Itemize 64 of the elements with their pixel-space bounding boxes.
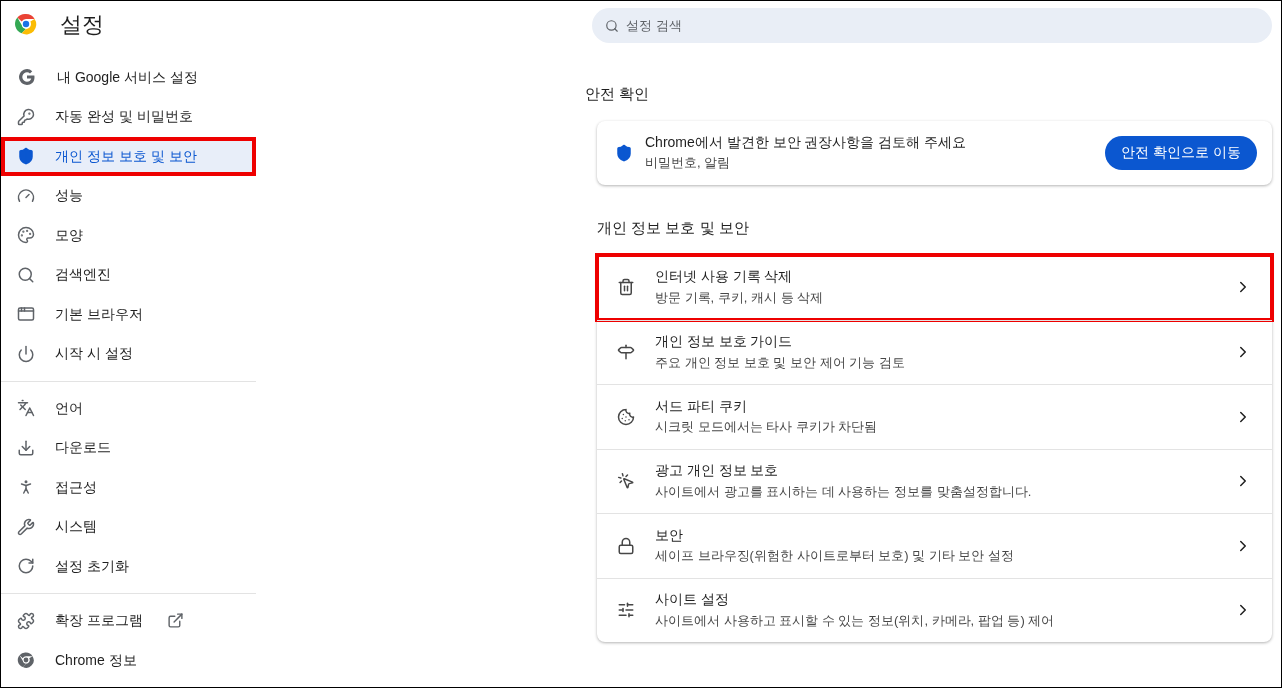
shield-icon [17, 147, 35, 166]
puzzle-icon [17, 611, 35, 630]
signpost-icon [617, 343, 635, 362]
sliders-icon [617, 601, 635, 620]
external-link-icon[interactable] [166, 612, 184, 630]
chrome-logo-icon [14, 12, 38, 37]
section-heading: 개인 정보 보호 및 보안 [597, 217, 750, 238]
row-title: 서드 파티 쿠키 [655, 397, 748, 416]
download-icon [17, 438, 35, 457]
window-icon [17, 305, 35, 324]
row-title: 인터넷 사용 기록 삭제 [655, 268, 794, 287]
settings-row[interactable]: 보안 세이프 브라우징(위험한 사이트로부터 보호) 및 기타 보안 설정 [597, 513, 1272, 578]
row-title: 사이트 설정 [655, 591, 730, 610]
sidebar-item[interactable]: 검색엔진 [1, 255, 256, 295]
chrome-logo-icon [17, 651, 35, 670]
trash-icon [617, 278, 635, 297]
row-subtitle: 주요 개인 정보 보호 및 보안 제어 기능 검토 [655, 353, 906, 372]
sidebar-item[interactable]: 다운로드 [1, 428, 256, 468]
sidebar-item[interactable]: 시작 시 설정 [1, 334, 256, 374]
row-title: 개인 정보 보호 가이드 [655, 333, 794, 352]
reset-icon [17, 557, 35, 576]
sidebar-item[interactable]: 개인 정보 보호 및 보안 [1, 136, 256, 176]
row-subtitle: 세이프 브라우징(위험한 사이트로부터 보호) 및 기타 보안 설정 [655, 547, 1015, 566]
sidebar-item[interactable]: 모양 [1, 215, 256, 255]
row-subtitle: 방문 기록, 쿠키, 캐시 등 삭제 [655, 288, 825, 307]
lock-icon [617, 536, 635, 555]
sidebar-item[interactable]: Chrome 정보 [1, 640, 256, 680]
sidebar-item[interactable]: 자동 완성 및 비밀번호 [1, 97, 256, 137]
settings-row[interactable]: 개인 정보 보호 가이드 주요 개인 정보 보호 및 보안 제어 기능 검토 [597, 319, 1272, 384]
sidebar-item[interactable]: 확장 프로그램 [1, 601, 256, 641]
settings-row[interactable]: 사이트 설정 사이트에서 사용하고 표시할 수 있는 정보(위치, 카메라, 팝업 등) 제어 [597, 577, 1272, 642]
settings-row[interactable]: 인터넷 사용 기록 삭제 방문 기록, 쿠키, 캐시 등 삭제 [597, 255, 1272, 320]
search-field[interactable]: 설정 검색 [592, 8, 1272, 43]
wrench-icon [17, 517, 35, 536]
row-subtitle: 사이트에서 광고를 표시하는 데 사용하는 정보를 맞춤설정합니다. [655, 482, 1033, 501]
section-heading: 안전 확인 [585, 84, 651, 104]
row-title: 광고 개인 정보 보호 [655, 462, 780, 481]
settings-row[interactable]: 광고 개인 정보 보호 사이트에서 광고를 표시하는 데 사용하는 정보를 맞춤설정합니다. [597, 448, 1272, 513]
sidebar-item[interactable]: 접근성 [1, 467, 256, 507]
sidebar-item[interactable]: 성능 [1, 176, 256, 216]
row-title: 보안 [655, 526, 684, 545]
power-icon [17, 344, 35, 363]
google-logo-icon [17, 67, 37, 88]
row-subtitle: 사이트에서 사용하고 표시할 수 있는 정보(위치, 카메라, 팝업 등) 제어 [655, 611, 1056, 630]
cursor-click-icon [617, 472, 635, 491]
search-icon [17, 265, 35, 284]
sidebar-item[interactable]: 설정 초기화 [1, 546, 256, 586]
sidebar-item[interactable]: 시스템 [1, 507, 256, 547]
sidebar-item[interactable]: 기본 브라우저 [1, 294, 256, 334]
page-title: 설정 [60, 10, 104, 39]
settings-row[interactable]: 서드 파티 쿠키 시크릿 모드에서는 타사 쿠키가 차단됨 [597, 384, 1272, 449]
gauge-icon [17, 186, 35, 205]
key-icon [17, 107, 35, 126]
sidebar-item[interactable]: 내 Google 서비스 설정 [1, 57, 256, 97]
sidebar-item[interactable]: 언어 [1, 388, 256, 428]
safety-check-button[interactable]: 안전 확인으로 이동 [1105, 135, 1257, 170]
palette-icon [17, 226, 35, 245]
cookie-icon [617, 407, 635, 426]
translate-icon [17, 399, 35, 418]
card-title: Chrome에서 발견한 보안 권장사항을 검토해 주세요 [645, 133, 968, 153]
search-icon [605, 18, 619, 33]
shield-icon [615, 143, 633, 162]
row-subtitle: 시크릿 모드에서는 타사 쿠키가 차단됨 [655, 418, 879, 437]
card-subtitle: 비밀번호, 알림 [645, 154, 732, 173]
